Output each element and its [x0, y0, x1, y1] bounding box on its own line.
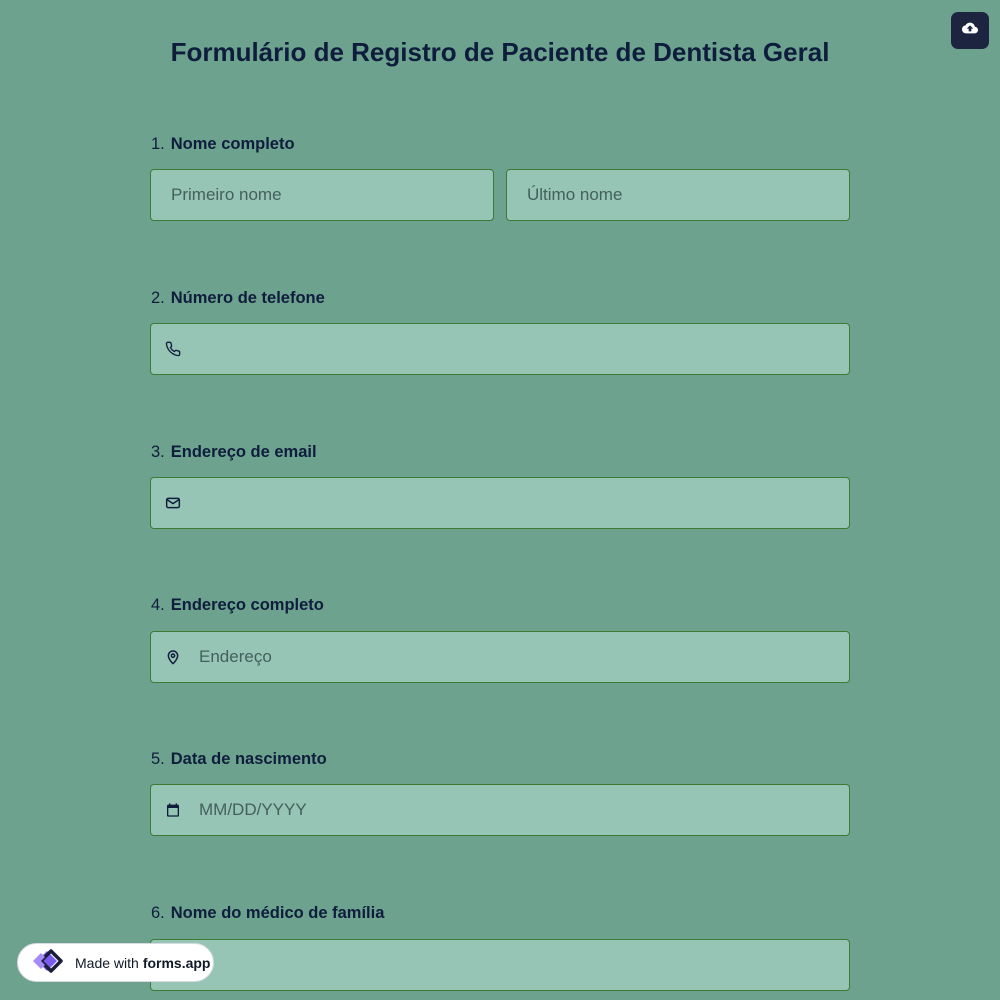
- made-with-text: Made with: [75, 954, 139, 971]
- family-doctor-input[interactable]: [150, 939, 850, 991]
- forms-app-logo-icon: [27, 944, 67, 981]
- question-number: 4.: [151, 596, 165, 614]
- question-6-label: 6. Nome do médico de família: [151, 904, 384, 923]
- last-name-input[interactable]: Último nome: [506, 169, 850, 221]
- question-4-label: 4. Endereço completo: [151, 596, 324, 615]
- question-number: 3.: [151, 443, 165, 461]
- first-name-placeholder: Primeiro nome: [171, 185, 282, 204]
- made-with-forms-app-badge[interactable]: Made with forms.app: [17, 943, 214, 982]
- address-input[interactable]: Endereço: [150, 631, 850, 683]
- birthdate-input[interactable]: MM/DD/YYYY: [150, 784, 850, 836]
- question-text: Data de nascimento: [170, 750, 327, 768]
- question-number: 6.: [151, 904, 165, 922]
- question-number: 2.: [151, 289, 165, 307]
- page-title: Formulário de Registro de Paciente de De…: [170, 37, 830, 67]
- question-3-label: 3. Endereço de email: [151, 443, 317, 462]
- question-text: Nome completo: [170, 135, 295, 153]
- mail-icon: [165, 495, 181, 511]
- birthdate-placeholder: MM/DD/YYYY: [199, 800, 307, 819]
- question-text: Endereço completo: [170, 596, 324, 614]
- phone-input[interactable]: [150, 323, 850, 375]
- question-5-label: 5. Data de nascimento: [151, 750, 327, 769]
- email-input[interactable]: [150, 477, 850, 529]
- address-placeholder: Endereço: [199, 647, 272, 666]
- first-name-input[interactable]: Primeiro nome: [150, 169, 494, 221]
- calendar-icon: [165, 802, 181, 818]
- question-text: Número de telefone: [170, 289, 325, 307]
- question-text: Nome do médico de família: [170, 904, 385, 922]
- brand-text: forms.app: [142, 954, 211, 971]
- question-number: 1.: [151, 135, 165, 153]
- phone-icon: [165, 341, 181, 357]
- question-2-label: 2. Número de telefone: [151, 289, 325, 308]
- question-number: 5.: [151, 750, 165, 768]
- question-1-label: 1. Nome completo: [151, 135, 295, 154]
- last-name-placeholder: Último nome: [527, 185, 623, 204]
- question-text: Endereço de email: [170, 443, 317, 461]
- map-pin-icon: [165, 649, 181, 665]
